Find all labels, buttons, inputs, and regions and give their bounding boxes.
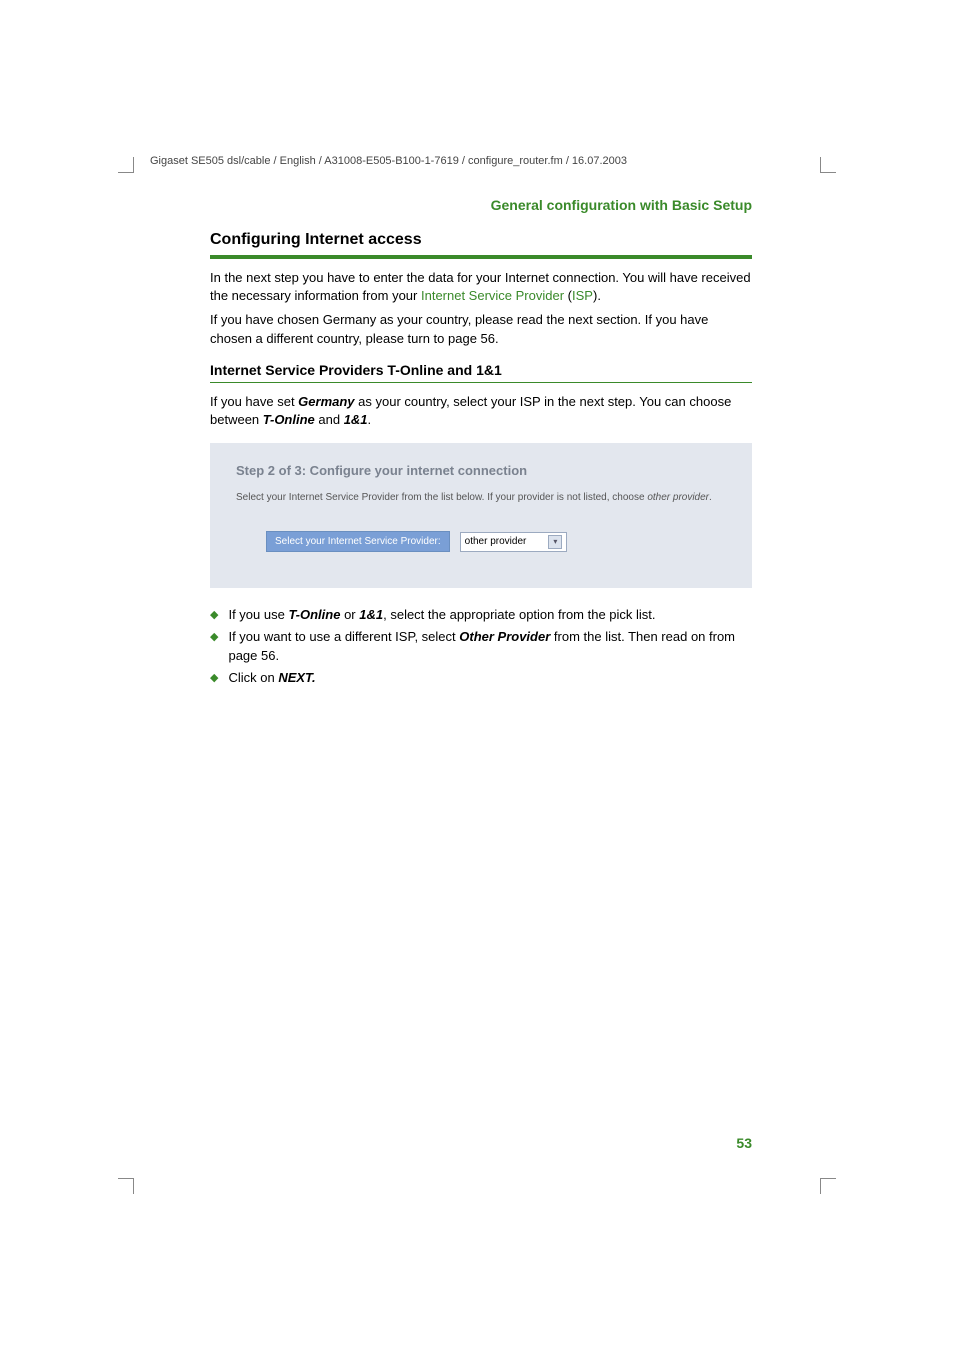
bold-tonline: T-Online: [263, 412, 315, 427]
section-header: General configuration with Basic Setup: [150, 197, 804, 213]
text: ).: [593, 288, 601, 303]
isp-field-row: Select your Internet Service Provider: o…: [266, 531, 726, 552]
crop-mark: [820, 157, 821, 173]
document-path: Gigaset SE505 dsl/cable / English / A310…: [150, 155, 804, 167]
text: If you have set: [210, 394, 298, 409]
wizard-instruction: Select your Internet Service Provider fr…: [236, 492, 726, 503]
list-item: ◆ Click on NEXT.: [210, 669, 752, 687]
crop-mark: [820, 1178, 836, 1179]
diamond-bullet-icon: ◆: [210, 669, 218, 687]
chevron-down-icon[interactable]: ▾: [548, 535, 562, 549]
isp-field-label: Select your Internet Service Provider:: [266, 531, 450, 552]
text: If you use: [228, 607, 288, 622]
link-isp-expanded[interactable]: Internet Service Provider: [421, 288, 564, 303]
text: (: [564, 288, 572, 303]
text: .: [709, 492, 712, 503]
text: Click on: [228, 670, 278, 685]
bold-germany: Germany: [298, 394, 354, 409]
bold-other-provider: Other Provider: [459, 629, 550, 644]
text: .: [368, 412, 372, 427]
heading-isps-germany: Internet Service Providers T-Online and …: [210, 362, 752, 378]
list-item: ◆ If you use T-Online or 1&1, select the…: [210, 606, 752, 624]
crop-mark: [133, 1178, 134, 1194]
list-text: If you want to use a different ISP, sele…: [228, 628, 752, 664]
link-isp-abbrev[interactable]: ISP: [572, 288, 593, 303]
text: Select your Internet Service Provider fr…: [236, 492, 647, 503]
diamond-bullet-icon: ◆: [210, 606, 218, 624]
paragraph-intro: In the next step you have to enter the d…: [210, 269, 752, 305]
text: and: [315, 412, 344, 427]
text: , select the appropriate option from the…: [383, 607, 655, 622]
heading-rule: [210, 382, 752, 383]
instruction-list: ◆ If you use T-Online or 1&1, select the…: [210, 606, 752, 687]
bold-tonline: T-Online: [288, 607, 340, 622]
crop-mark: [820, 1178, 821, 1194]
heading-rule: [210, 255, 752, 259]
bold-next: NEXT.: [278, 670, 315, 685]
bold-1and1: 1&1: [359, 607, 383, 622]
crop-mark: [118, 172, 134, 173]
crop-mark: [820, 172, 836, 173]
list-text: If you use T-Online or 1&1, select the a…: [228, 606, 655, 624]
wizard-screenshot: Step 2 of 3: Configure your internet con…: [210, 443, 752, 588]
diamond-bullet-icon: ◆: [210, 628, 218, 664]
list-item: ◆ If you want to use a different ISP, se…: [210, 628, 752, 664]
crop-mark: [133, 157, 134, 173]
crop-mark: [118, 1178, 134, 1179]
isp-select[interactable]: other provider ▾: [460, 532, 568, 552]
text: If you want to use a different ISP, sele…: [228, 629, 459, 644]
italic-other-provider: other provider: [647, 492, 709, 503]
page-number: 53: [736, 1135, 752, 1151]
paragraph-germany-isp: If you have set Germany as your country,…: [210, 393, 752, 429]
text: or: [340, 607, 359, 622]
bold-1and1: 1&1: [344, 412, 368, 427]
list-text: Click on NEXT.: [228, 669, 315, 687]
heading-configuring-internet: Configuring Internet access: [210, 231, 752, 249]
paragraph-country-note: If you have chosen Germany as your count…: [210, 311, 752, 347]
isp-select-value: other provider: [465, 536, 527, 547]
wizard-step-title: Step 2 of 3: Configure your internet con…: [236, 463, 726, 478]
